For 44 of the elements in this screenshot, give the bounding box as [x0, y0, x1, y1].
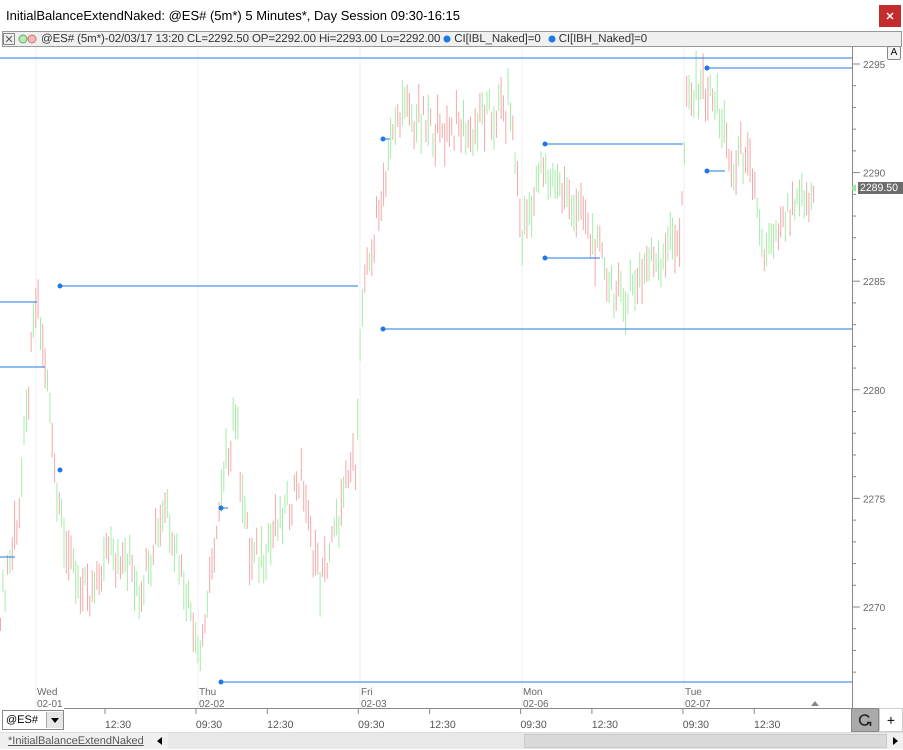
price-label: 2280	[863, 386, 886, 397]
indicator-label: CI[IBL_Naked]=0	[454, 33, 541, 45]
auto-scale-button[interactable]: A	[887, 46, 901, 60]
sheet-tab[interactable]: *InitialBalanceExtendNaked	[0, 735, 152, 747]
time-label: 12:30	[754, 719, 780, 731]
legend-text: @ES# (5m*)-02/03/17 13:20 CL=2292.50 OP=2292.00 Hi=2293.00 Lo=2292.00	[41, 33, 440, 45]
price-pointer-icon	[852, 184, 856, 192]
price-label: 2290	[863, 168, 886, 180]
indicator-dot-icon	[443, 34, 452, 44]
date-label: 02-03	[361, 699, 387, 708]
day-label: Tue	[685, 687, 702, 698]
scroll-marker-icon	[811, 701, 819, 706]
time-label: 12:30	[592, 719, 618, 731]
scroll-thumb[interactable]	[524, 734, 887, 748]
symbol-dropdown[interactable]: @ES#	[2, 710, 64, 730]
time-label: 09:30	[196, 719, 222, 731]
price-label: 2275	[863, 494, 886, 506]
time-label: 09:30	[682, 719, 710, 731]
time-label: 12:30	[429, 719, 456, 731]
day-label: Wed	[37, 687, 58, 698]
add-button[interactable]: +	[879, 708, 903, 732]
indicator-label: CI[IBH_Naked]=0	[558, 33, 647, 45]
date-label: 02-07	[685, 699, 711, 708]
day-label: Mon	[523, 687, 542, 698]
date-label: 02-01	[37, 699, 63, 708]
refresh-icon	[858, 713, 872, 727]
indicator-dot-icon	[548, 34, 556, 44]
date-label: 02-02	[199, 699, 225, 708]
time-label: 09:30	[358, 719, 384, 731]
refresh-button[interactable]	[851, 708, 879, 732]
caret-icon	[51, 718, 59, 722]
close-button[interactable]	[879, 4, 901, 26]
price-label: 2295	[863, 60, 886, 71]
last-price-tag: 2289.50	[858, 182, 903, 194]
price-label: 2270	[863, 603, 886, 614]
time-label: 12:30	[104, 719, 132, 731]
time-label: 12:30	[267, 719, 294, 731]
window-title: InitialBalanceExtendNaked: @ES# (5m*) 5 Minutes*, Day Session 09:30-16:15	[6, 8, 460, 23]
indicator-circles-icon	[18, 34, 38, 44]
time-label: 09:30	[520, 719, 547, 731]
day-label: Thu	[199, 687, 216, 698]
day-label: Fri	[361, 687, 373, 698]
date-label: 02-06	[523, 699, 549, 708]
price-label: 2285	[863, 277, 886, 288]
